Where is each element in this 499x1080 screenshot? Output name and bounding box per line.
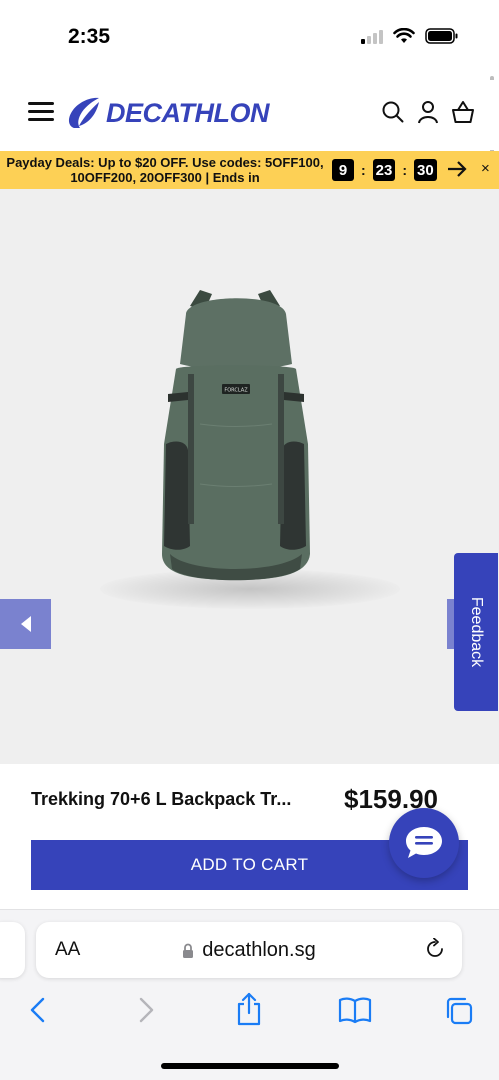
home-indicator[interactable] <box>161 1063 339 1069</box>
menu-icon[interactable] <box>28 102 54 122</box>
carousel-prev-button[interactable] <box>0 599 51 649</box>
arrow-right-icon[interactable] <box>446 159 468 179</box>
browser-bottom-bar: AA decathlon.sg <box>0 909 499 1080</box>
timer-separator: : <box>361 162 366 178</box>
brand-label: FORCLAZ <box>224 388 248 394</box>
address-bar[interactable]: AA decathlon.sg <box>36 922 462 978</box>
status-bar: 2:35 <box>0 0 499 70</box>
backpack-product-image: FORCLAZ <box>162 290 310 581</box>
account-icon[interactable] <box>417 100 439 124</box>
countdown-timer: 9 : 23 : 30 <box>332 159 437 181</box>
status-icons <box>361 28 459 44</box>
forward-icon[interactable] <box>136 996 156 1024</box>
browser-toolbar <box>0 992 499 1032</box>
timer-seconds: 30 <box>414 159 437 181</box>
chat-bubble-icon <box>406 827 442 858</box>
share-icon[interactable] <box>235 992 263 1026</box>
promo-banner[interactable]: Payday Deals: Up to $20 OFF. Use codes: … <box>0 151 499 189</box>
product-info: Trekking 70+6 L Backpack Tr... $159.90 A… <box>0 764 499 909</box>
wifi-icon <box>393 28 415 43</box>
chat-button[interactable] <box>389 808 459 878</box>
previous-tab-preview[interactable] <box>0 922 25 978</box>
bookmarks-icon[interactable] <box>338 996 372 1024</box>
decathlon-logo-mark-icon <box>68 97 99 128</box>
logo-text: DECATHLON <box>106 97 269 128</box>
url-text: decathlon.sg <box>202 939 316 961</box>
url-display[interactable]: decathlon.sg <box>36 939 462 962</box>
battery-icon <box>425 28 458 44</box>
timer-hours: 9 <box>332 159 354 181</box>
search-icon[interactable] <box>381 100 405 124</box>
cart-basket-icon[interactable] <box>451 100 475 124</box>
promo-text: Payday Deals: Up to $20 OFF. Use codes: … <box>6 155 324 185</box>
tabs-icon[interactable] <box>444 996 474 1026</box>
site-header: DECATHLON <box>0 80 499 150</box>
chevron-left-icon <box>20 616 31 632</box>
cellular-signal-icon <box>361 28 383 44</box>
close-icon[interactable]: × <box>481 160 490 177</box>
back-icon[interactable] <box>28 996 48 1024</box>
header-actions <box>381 100 475 124</box>
status-time: 2:35 <box>68 25 111 48</box>
decathlon-logo[interactable]: DECATHLON <box>66 96 269 130</box>
feedback-label: Feedback <box>468 596 485 668</box>
timer-separator: : <box>402 162 408 178</box>
reload-icon[interactable] <box>424 938 446 960</box>
feedback-tab[interactable]: Feedback <box>454 553 498 711</box>
product-image-carousel[interactable]: FORCLAZ <box>0 189 499 764</box>
lock-icon <box>183 943 194 958</box>
product-title[interactable]: Trekking 70+6 L Backpack Tr... <box>31 789 291 810</box>
timer-minutes: 23 <box>372 159 396 181</box>
